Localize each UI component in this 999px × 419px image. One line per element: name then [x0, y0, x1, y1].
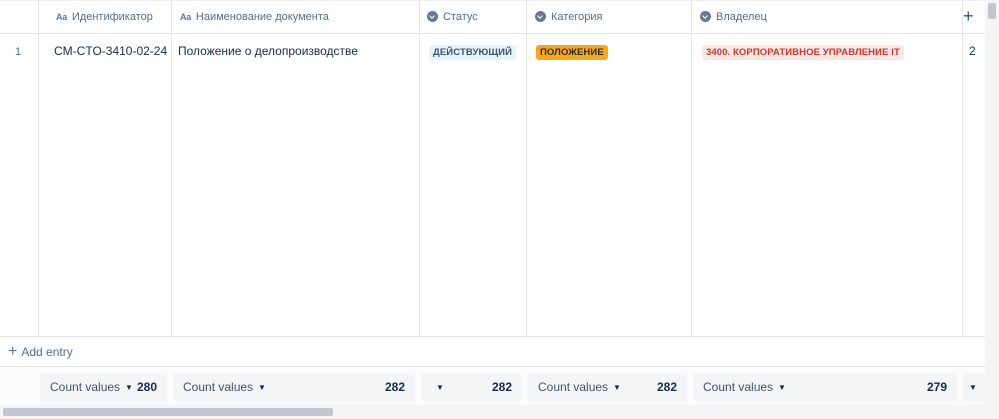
aggregate-value: 279 [926, 380, 947, 394]
aggregate-label: Count values [50, 380, 121, 394]
horizontal-scrollbar-thumb[interactable] [3, 408, 333, 416]
chevron-down-icon: ▼ [969, 382, 977, 392]
chevron-down-icon: ▼ [125, 382, 133, 392]
column-header-label: Статус [443, 10, 478, 23]
aggregate-value: 282 [384, 380, 405, 394]
add-entry-button[interactable]: + Add entry [0, 336, 985, 367]
select-type-icon [700, 11, 711, 22]
add-column-button[interactable]: + [963, 6, 974, 26]
cell-extra[interactable]: 2 [969, 44, 976, 58]
text-type-icon: Aa [180, 11, 191, 22]
add-entry-label: Add entry [21, 344, 73, 359]
aggregate-label: Count values [183, 380, 254, 394]
row-number: 1 [15, 46, 22, 58]
footer-aggregate-category[interactable]: Count values ▼ 282 [528, 373, 687, 401]
vertical-scrollbar-track[interactable] [985, 0, 999, 419]
category-tag[interactable]: ПОЛОЖЕНИЕ [536, 45, 608, 60]
header-bottom-border [0, 33, 985, 34]
column-header-status[interactable]: Статус [427, 0, 478, 33]
footer-aggregate-owner[interactable]: Count values ▼ 279 [693, 373, 957, 401]
cell-identifier[interactable]: CM-CTO-3410-02-24 [54, 44, 167, 58]
status-tag[interactable]: ДЕЙСТВУЮЩИЙ [429, 45, 517, 60]
select-type-icon [535, 11, 546, 22]
column-divider [38, 0, 39, 336]
text-type-icon: Aa [56, 11, 67, 22]
aggregate-label: Count values [703, 380, 774, 394]
chevron-down-icon: ▼ [436, 382, 444, 392]
aggregate-value: 280 [136, 380, 157, 394]
column-divider [962, 0, 963, 336]
aggregate-value: 282 [656, 380, 677, 394]
column-header-label: Наименование документа [195, 10, 329, 23]
cell-document-name[interactable]: Положение о делопроизводстве [178, 44, 358, 58]
column-divider [419, 0, 420, 336]
aggregate-value: 282 [491, 380, 512, 394]
column-header-label: Владелец [716, 10, 767, 23]
vertical-scrollbar-thumb[interactable] [988, 3, 996, 19]
column-divider [691, 0, 692, 336]
chevron-down-icon: ▼ [258, 382, 266, 392]
column-header-label: Идентификатор [71, 10, 153, 23]
chevron-down-icon: ▼ [613, 382, 621, 392]
chevron-down-icon: ▼ [778, 382, 786, 392]
column-header-document-name[interactable]: Aa Наименование документа [180, 0, 329, 33]
footer-aggregate-identifier[interactable]: Count values ▼ 280 [40, 373, 167, 401]
column-header-category[interactable]: Категория [535, 0, 602, 33]
owner-tag[interactable]: 3400. КОРПОРАТИВНОЕ УПРАВЛЕНИЕ IT [702, 45, 904, 60]
database-table: Aa Идентификатор Aa Наименование докумен… [0, 0, 985, 336]
column-divider [171, 0, 172, 336]
footer-aggregate-status[interactable]: ▼ 282 [421, 373, 522, 401]
column-header-label: Категория [551, 10, 603, 23]
aggregate-label: Count values [538, 380, 609, 394]
footer-aggregate-document-name[interactable]: Count values ▼ 282 [173, 373, 415, 401]
column-header-owner[interactable]: Владелец [700, 0, 767, 33]
column-header-identifier[interactable]: Aa Идентификатор [56, 0, 153, 33]
plus-icon: + [8, 342, 18, 360]
column-divider [526, 0, 527, 336]
footer-aggregate-extra[interactable]: ▼ [963, 373, 985, 401]
select-type-icon [427, 11, 438, 22]
